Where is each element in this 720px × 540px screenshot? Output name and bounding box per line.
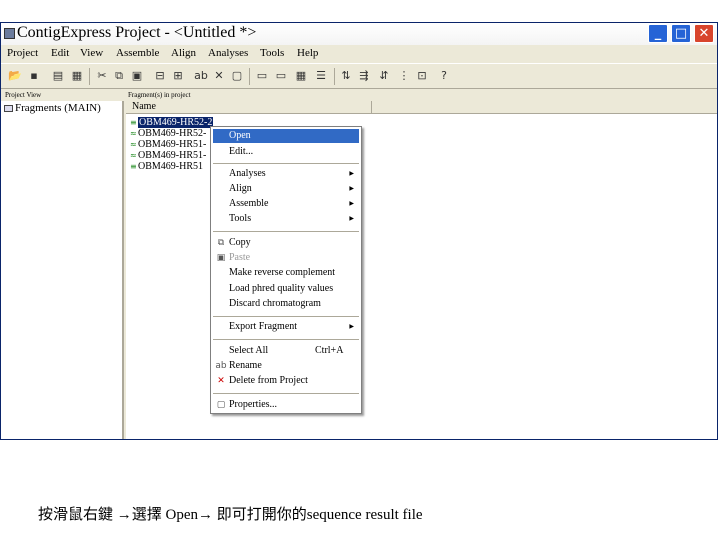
menu-separator xyxy=(213,393,359,394)
shortcut-label: Ctrl+A xyxy=(315,345,344,356)
list-item[interactable]: ≡ OBM469-HR52-2 xyxy=(130,117,214,128)
submenu-arrow-icon: ▶ xyxy=(349,323,354,330)
toolbar: 📂 ▪ ▤ ▦ ✂ ⧉ ▣ ⊟ ⊞ ab ✕ ▢ ▭ ▭ ▦ ☰ ⇅ ⇶ ⇵ ⋮… xyxy=(1,63,717,89)
project-view-header: Project View xyxy=(5,91,42,99)
context-menu: Open Edit... Analyses ▶ Align ▶ Assemble ▶ … xyxy=(210,126,362,414)
view4-icon[interactable]: ☰ xyxy=(313,68,329,84)
align-icon[interactable]: ⇅ xyxy=(338,68,354,84)
toolbar-separator xyxy=(249,68,250,85)
menu-item-rename[interactable]: ab Rename xyxy=(213,359,359,373)
menu-align[interactable]: Align xyxy=(171,47,196,59)
merge-icon[interactable]: ⊞ xyxy=(170,68,186,84)
menu-item-tools[interactable]: Tools ▶ xyxy=(213,212,359,226)
menu-view[interactable]: View xyxy=(80,47,103,59)
menu-item-load-phred[interactable]: Load phred quality values xyxy=(213,282,359,296)
submenu-arrow-icon: ▶ xyxy=(349,215,354,222)
ruler-icon[interactable]: ⋮ xyxy=(396,68,412,84)
about-icon[interactable]: ⊡ xyxy=(414,68,430,84)
properties-icon[interactable]: ▢ xyxy=(229,68,245,84)
list-item[interactable]: ≈OBM469-HR51- xyxy=(130,139,206,150)
minimize-button[interactable]: _ xyxy=(648,24,668,43)
fragment-icon: ≡ xyxy=(130,118,137,127)
menu-item-open[interactable]: Open xyxy=(213,129,359,143)
cut-icon[interactable]: ✂ xyxy=(94,68,110,84)
menu-separator xyxy=(213,339,359,340)
menu-item-export-fragment[interactable]: Export Fragment ▶ xyxy=(213,320,359,334)
remove-icon[interactable]: ✕ xyxy=(211,68,227,84)
project-tree: Fragments (MAIN) xyxy=(1,101,124,439)
print-icon[interactable]: ▤ xyxy=(50,68,66,84)
tree-item-fragments[interactable]: Fragments (MAIN) xyxy=(15,102,101,114)
rename-icon: ab xyxy=(215,361,227,371)
menu-separator xyxy=(213,163,359,164)
paste-icon: ▣ xyxy=(216,253,226,263)
menu-item-edit[interactable]: Edit... xyxy=(213,145,359,159)
fragment-icon: ≡ xyxy=(130,162,137,171)
menu-item-assemble[interactable]: Assemble ▶ xyxy=(213,197,359,211)
copy-icon[interactable]: ⧉ xyxy=(111,68,127,84)
submenu-arrow-icon: ▶ xyxy=(349,200,354,207)
menu-edit[interactable]: Edit xyxy=(51,47,69,59)
menu-item-reverse-complement[interactable]: Make reverse complement xyxy=(213,266,359,280)
open-icon[interactable]: 📂 xyxy=(7,68,23,84)
menu-separator xyxy=(213,231,359,232)
delete-icon: ✕ xyxy=(217,376,225,386)
instruction-caption: 按滑鼠右鍵 →選擇 Open→ 即可打開你的sequence result fi… xyxy=(38,507,423,523)
toolbar-separator xyxy=(89,68,90,85)
properties-icon: ▢ xyxy=(216,400,226,410)
fragment-icon: ≈ xyxy=(130,140,137,149)
menu-help[interactable]: Help xyxy=(297,47,318,59)
view1-icon[interactable]: ▭ xyxy=(254,68,270,84)
menu-item-paste: ▣ Paste xyxy=(216,252,251,263)
submenu-arrow-icon: ▶ xyxy=(349,170,354,177)
menu-item-select-all[interactable]: Select All Ctrl+A xyxy=(213,344,359,358)
column-header-empty xyxy=(372,101,717,114)
delete-icon[interactable]: ⊟ xyxy=(152,68,168,84)
menu-analyses[interactable]: Analyses xyxy=(208,47,248,59)
fragment-icon: ≈ xyxy=(130,129,137,138)
menu-item-align[interactable]: Align ▶ xyxy=(213,182,359,196)
copy-icon: ⧉ xyxy=(217,238,225,248)
sort-icon[interactable]: ⇵ xyxy=(376,68,392,84)
app-icon xyxy=(4,28,15,39)
window-title: ContigExpress Project - <Untitled *> xyxy=(17,24,257,41)
maximize-button[interactable]: □ xyxy=(671,24,691,43)
menu-item-properties[interactable]: ▢ Properties... xyxy=(213,398,359,412)
column-header-name[interactable]: Name xyxy=(126,101,372,114)
grid-icon[interactable]: ▦ xyxy=(69,68,85,84)
menu-item-copy[interactable]: ⧉ Copy xyxy=(213,236,359,250)
fragments-header: Fragment(s) in project xyxy=(128,91,191,99)
menu-item-delete[interactable]: ✕ Delete from Project xyxy=(213,374,359,388)
close-button[interactable]: ✕ xyxy=(694,24,714,43)
paste-icon[interactable]: ▣ xyxy=(129,68,145,84)
menu-tools[interactable]: Tools xyxy=(260,47,284,59)
menu-assemble[interactable]: Assemble xyxy=(116,47,159,59)
help-icon[interactable]: ? xyxy=(436,68,452,84)
fragment-icon: ≈ xyxy=(130,151,137,160)
view2-icon[interactable]: ▭ xyxy=(273,68,289,84)
list-item[interactable]: ≈OBM469-HR51- xyxy=(130,150,206,161)
list-item[interactable]: ≡OBM469-HR51 xyxy=(130,161,203,172)
toolbar-separator xyxy=(334,68,335,85)
menu-bar: Project Edit View Assemble Align Analyse… xyxy=(1,45,717,63)
menu-project[interactable]: Project xyxy=(7,47,38,59)
menu-separator xyxy=(213,316,359,317)
menu-item-discard-chromatogram[interactable]: Discard chromatogram xyxy=(213,297,359,311)
folder-icon xyxy=(4,105,13,112)
save-icon[interactable]: ▪ xyxy=(26,68,42,84)
title-bar[interactable]: ContigExpress Project - <Untitled *> _ □… xyxy=(1,23,717,45)
list-item[interactable]: ≈OBM469-HR52- xyxy=(130,128,206,139)
view3-icon[interactable]: ▦ xyxy=(293,68,309,84)
assemble-icon[interactable]: ⇶ xyxy=(356,68,372,84)
submenu-arrow-icon: ▶ xyxy=(349,185,354,192)
rename-icon[interactable]: ab xyxy=(193,68,209,84)
menu-item-analyses[interactable]: Analyses ▶ xyxy=(213,167,359,181)
